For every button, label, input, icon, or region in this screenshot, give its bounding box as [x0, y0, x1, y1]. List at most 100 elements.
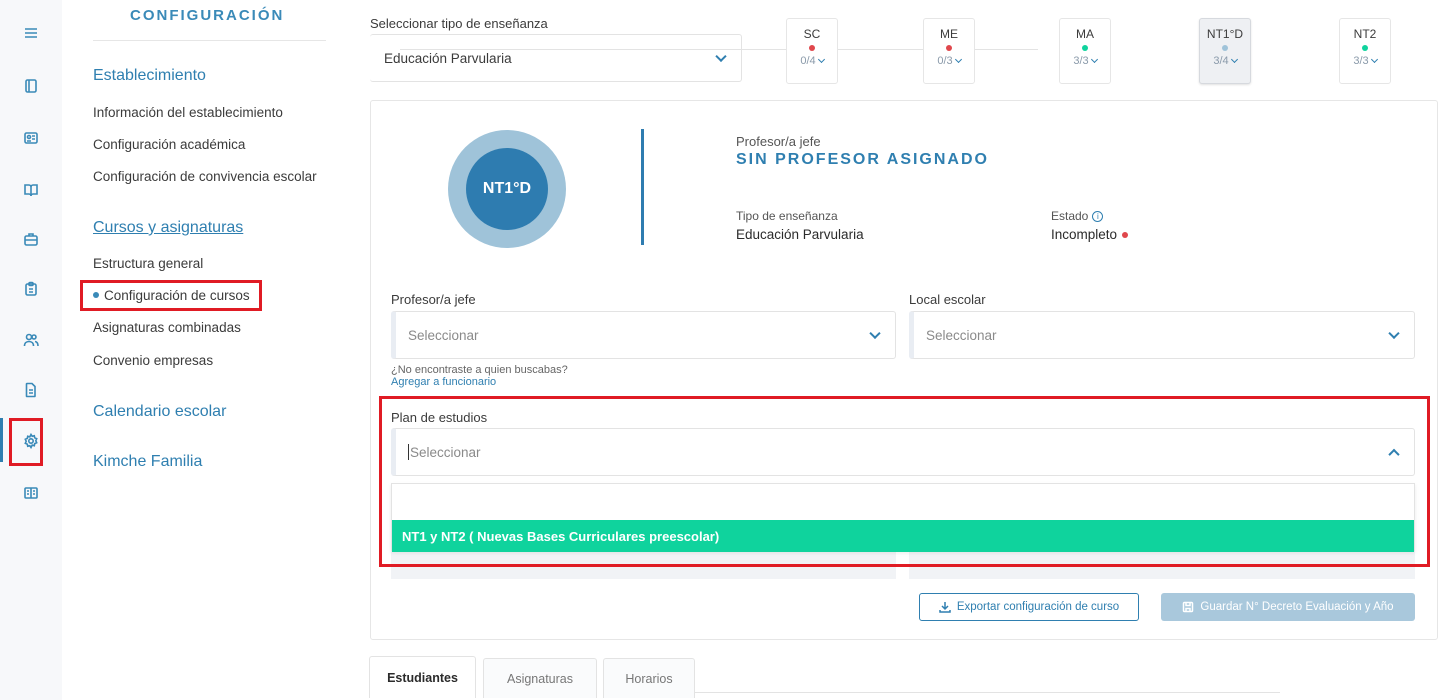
save-decree-button[interactable]: Guardar N° Decreto Evaluación y Año [1161, 593, 1415, 621]
course-name: SC [803, 27, 821, 41]
teacher-select[interactable]: Seleccionar [391, 311, 896, 359]
sidebar-item-config-convivencia[interactable]: Configuración de convivencia escolar [93, 169, 317, 184]
tab-horarios[interactable]: Horarios [603, 658, 695, 698]
gear-icon[interactable] [20, 430, 42, 452]
course-badge-label: NT1°D [466, 148, 548, 230]
course-progress: 3/3 [1060, 55, 1110, 67]
sidebar-item-asignaturas-combinadas[interactable]: Asignaturas combinadas [93, 320, 241, 335]
course-name: NT2 [1353, 27, 1377, 41]
plan-select[interactable]: Seleccionar [391, 428, 1415, 476]
hidden-field [391, 551, 896, 579]
hint-text: ¿No encontraste a quien buscabas? [391, 364, 568, 376]
clipboard-icon[interactable] [20, 278, 42, 300]
type-value: Educación Parvularia [736, 227, 864, 242]
form-teacher-label: Profesor/a jefe [391, 292, 476, 307]
menu-icon[interactable] [20, 22, 42, 44]
tab-estudiantes[interactable]: Estudiantes [369, 656, 476, 698]
plan-option[interactable]: NT1 y NT2 ( Nuevas Bases Curriculares pr… [392, 520, 1414, 552]
id-card-icon[interactable] [20, 127, 42, 149]
sidebar-item-config-academica[interactable]: Configuración académica [93, 137, 245, 152]
type-select-value: Educación Parvularia [384, 50, 512, 66]
course-progress-value: 0/3 [937, 55, 953, 67]
state-label: Estado i [1051, 209, 1104, 223]
course-chip-sc[interactable]: SC 0/4 [786, 18, 838, 84]
tab-baseline [695, 692, 1280, 693]
chevron-down-icon [954, 55, 962, 64]
divider [641, 129, 644, 245]
course-progress: 3/4 [1200, 55, 1250, 67]
book-icon[interactable] [20, 75, 42, 97]
chevron-down-icon [869, 327, 881, 340]
course-badge: NT1°D [448, 130, 566, 248]
active-dot [93, 292, 99, 299]
plan-label: Plan de estudios [391, 410, 488, 425]
divider [93, 40, 326, 41]
local-select[interactable]: Seleccionar [909, 311, 1415, 359]
users-icon[interactable] [20, 329, 42, 351]
status-dot [1082, 45, 1088, 51]
status-dot [1222, 45, 1228, 51]
teacher-value: SIN PROFESOR ASIGNADO [736, 151, 989, 168]
chevron-down-icon [1370, 55, 1378, 64]
hidden-field [909, 551, 1415, 579]
course-chip-ma[interactable]: MA 3/3 [1059, 18, 1111, 84]
state-label-text: Estado [1051, 209, 1089, 223]
status-dot [1122, 232, 1129, 239]
course-chip-me[interactable]: ME 0/3 [923, 18, 975, 84]
download-icon [939, 602, 951, 613]
course-progress-value: 3/4 [1213, 55, 1229, 67]
section-calendario[interactable]: Calendario escolar [93, 403, 226, 421]
course-chip-nt1d[interactable]: NT1°D 3/4 [1199, 18, 1251, 84]
course-name: MA [1076, 27, 1094, 41]
tab-asignaturas[interactable]: Asignaturas [483, 658, 597, 698]
status-dot [809, 45, 815, 51]
chevron-up-icon [1388, 448, 1400, 461]
chevron-down-icon [1388, 327, 1400, 340]
type-label: Tipo de enseñanza [736, 209, 838, 223]
teacher-select-placeholder: Seleccionar [408, 327, 479, 343]
chevron-down-icon [1230, 55, 1238, 64]
sidebar-item-estructura-general[interactable]: Estructura general [93, 256, 203, 271]
export-button[interactable]: Exportar configuración de curso [919, 593, 1139, 621]
plan-dropdown: NT1 y NT2 ( Nuevas Bases Curriculares pr… [391, 483, 1415, 552]
course-progress: 0/3 [924, 55, 974, 67]
type-select[interactable]: Educación Parvularia [370, 34, 742, 82]
icon-rail [0, 0, 62, 700]
info-icon[interactable]: i [1092, 211, 1104, 223]
sidebar-item-config-cursos[interactable]: Configuración de cursos [93, 288, 250, 303]
state-value-text: Incompleto [1051, 227, 1118, 242]
text-caret [408, 444, 409, 460]
document-icon[interactable] [20, 379, 42, 401]
sidebar-item-label: Configuración de cursos [104, 288, 250, 303]
section-kimche-familia[interactable]: Kimche Familia [93, 453, 202, 471]
active-indicator [0, 418, 3, 462]
section-establecimiento[interactable]: Establecimiento [93, 67, 206, 85]
course-progress-value: 3/3 [1073, 55, 1089, 67]
course-name: NT1°D [1206, 27, 1244, 41]
sidebar-title: CONFIGURACIÓN [130, 7, 285, 24]
reader-icon[interactable] [20, 482, 42, 504]
save-decree-button-label: Guardar N° Decreto Evaluación y Año [1200, 601, 1394, 613]
briefcase-icon[interactable] [20, 228, 42, 250]
status-dot [1362, 45, 1368, 51]
type-select-label: Seleccionar tipo de enseñanza [370, 16, 548, 31]
chevron-down-icon [715, 50, 727, 63]
sidebar-item-convenio-empresas[interactable]: Convenio empresas [93, 353, 213, 368]
section-cursos-asignaturas[interactable]: Cursos y asignaturas [93, 219, 243, 237]
sidebar-item-info-establecimiento[interactable]: Información del establecimiento [93, 105, 283, 120]
add-staff-link[interactable]: Agregar a funcionario [391, 376, 568, 388]
local-label: Local escolar [909, 292, 986, 307]
open-book-icon[interactable] [20, 179, 42, 201]
local-select-placeholder: Seleccionar [926, 327, 997, 343]
settings-sidebar: CONFIGURACIÓN Establecimiento Informació… [62, 0, 350, 700]
course-progress-value: 0/4 [800, 55, 816, 67]
hint: ¿No encontraste a quien buscabas? Agrega… [391, 364, 568, 388]
course-progress-value: 3/3 [1353, 55, 1369, 67]
chevron-down-icon [1090, 55, 1098, 64]
state-value: Incompleto [1051, 227, 1129, 242]
course-chip-nt2[interactable]: NT2 3/3 [1339, 18, 1391, 84]
status-dot [946, 45, 952, 51]
export-button-label: Exportar configuración de curso [956, 601, 1120, 613]
course-name: ME [940, 27, 958, 41]
course-progress: 3/3 [1340, 55, 1390, 67]
